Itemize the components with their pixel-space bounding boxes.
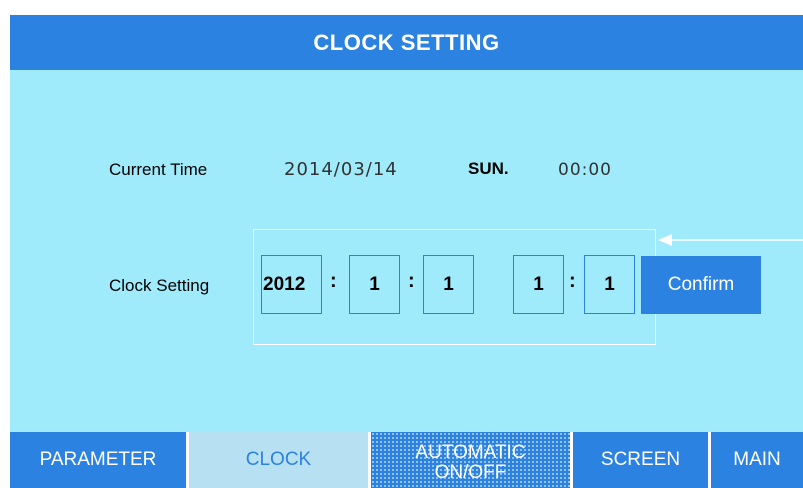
year-input[interactable]: 2012 [261, 255, 322, 314]
hour-input[interactable]: 1 [513, 255, 564, 314]
current-date-value: 2014/03/14 [284, 159, 398, 180]
tab-automatic-line1: AUTOMATIC [415, 442, 526, 463]
confirm-button[interactable]: Confirm [641, 256, 761, 314]
month-input[interactable]: 1 [349, 255, 400, 314]
minute-input[interactable]: 1 [584, 255, 635, 314]
current-weekday-value: SUN. [468, 159, 509, 178]
separator-colon: : [330, 270, 337, 292]
tab-automatic-onoff[interactable]: AUTOMATIC ON/OFF [371, 432, 573, 488]
day-input[interactable]: 1 [423, 255, 474, 314]
current-time-label: Current Time [109, 160, 208, 179]
tab-automatic-line2: ON/OFF [434, 462, 507, 483]
tab-clock[interactable]: CLOCK [189, 432, 371, 488]
separator-colon: : [408, 270, 415, 292]
tab-screen[interactable]: SCREEN [573, 432, 711, 488]
tab-main[interactable]: MAIN [711, 432, 803, 488]
current-time-value: 00:00 [558, 160, 612, 180]
separator-colon: : [569, 270, 576, 292]
clock-setting-label: Clock Setting [109, 276, 210, 295]
page-title: CLOCK SETTING [10, 15, 803, 70]
arrow-left-icon [658, 234, 803, 246]
tab-parameter[interactable]: PARAMETER [10, 432, 189, 488]
